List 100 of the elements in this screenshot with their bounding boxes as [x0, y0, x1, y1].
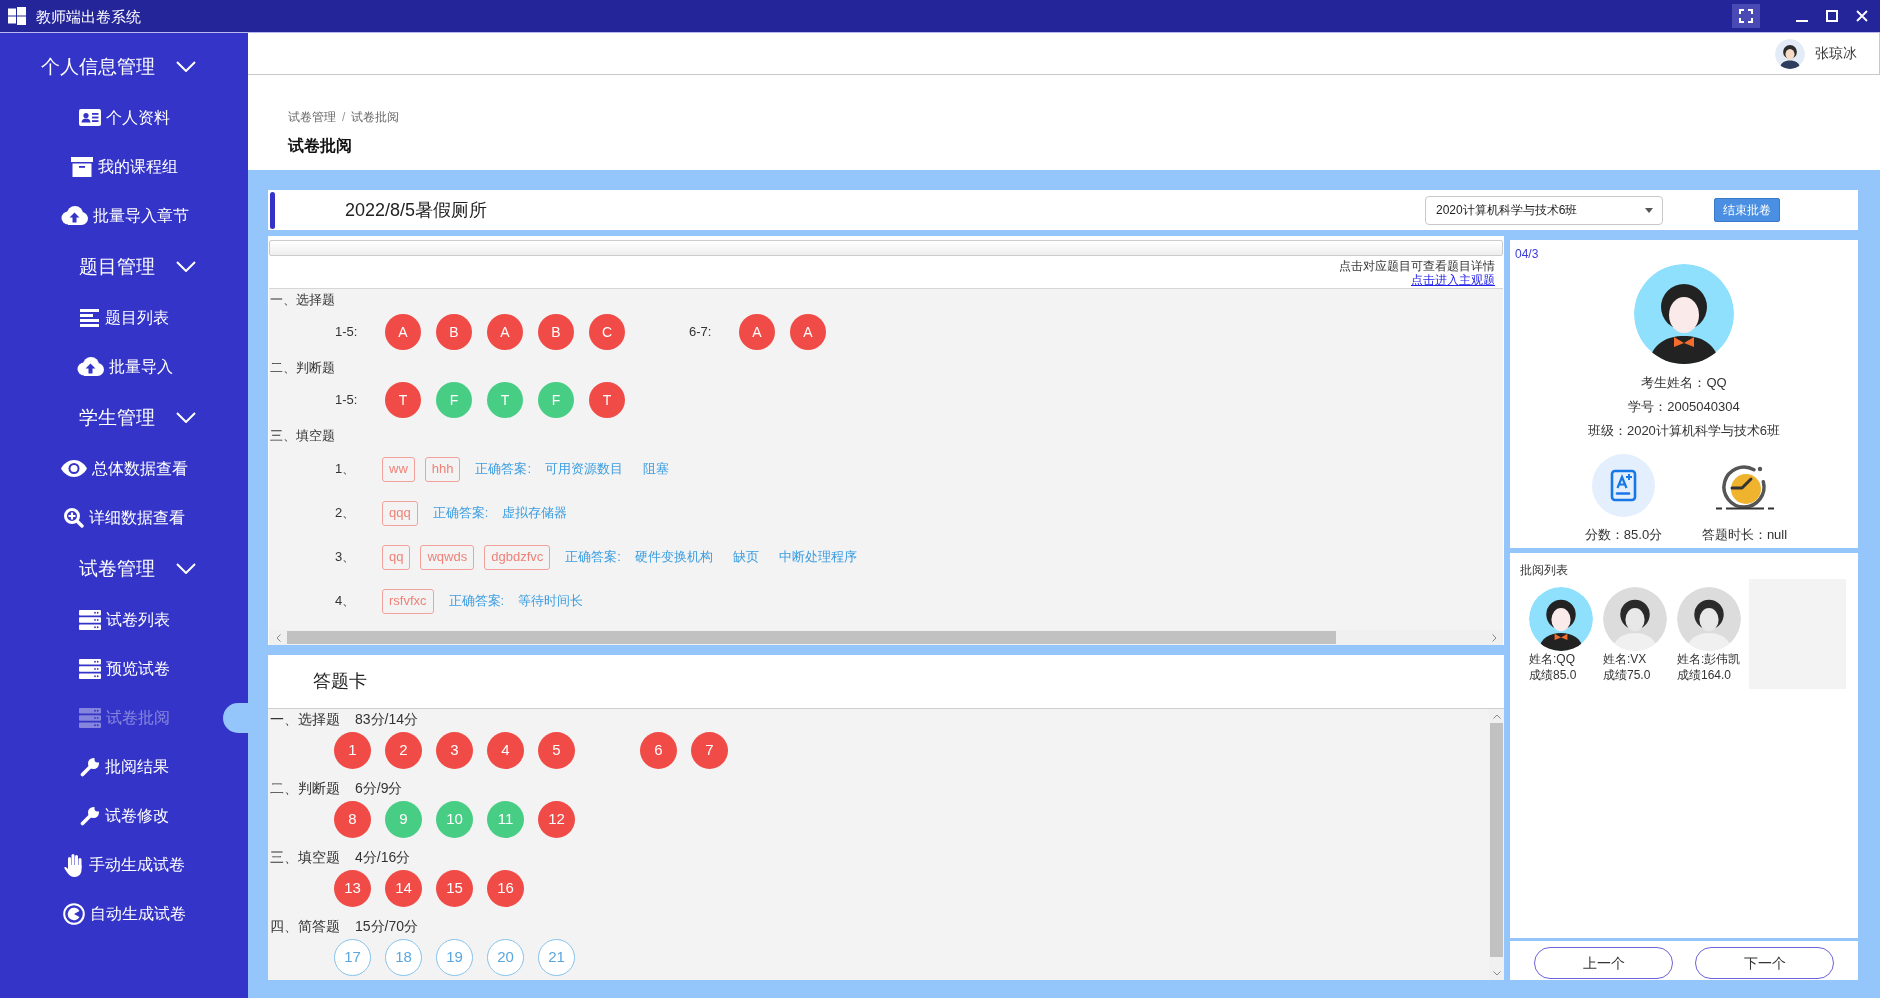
review-list-title: 批阅列表	[1520, 562, 1568, 579]
sidebar-item[interactable]: 预览试卷	[78, 658, 170, 679]
sidebar-item[interactable]: 自动生成试卷	[62, 902, 186, 925]
question-number-chip[interactable]: 14	[385, 870, 422, 907]
sidebar-item[interactable]: 总体数据查看	[60, 460, 188, 477]
answer-chip[interactable]: B	[538, 314, 574, 350]
answer-chip[interactable]: B	[436, 314, 472, 350]
question-number-chip[interactable]: 19	[436, 939, 473, 976]
question-number: 4、	[335, 592, 357, 611]
sidebar-item[interactable]: 试卷列表	[78, 609, 170, 630]
sidebar-group-header[interactable]: 试卷管理	[79, 559, 196, 578]
sidebar-group-header[interactable]: 个人信息管理	[41, 57, 196, 76]
score-icon	[1592, 454, 1655, 517]
fullscreen-button[interactable]	[1732, 4, 1760, 28]
question-number-chip[interactable]: 13	[334, 870, 371, 907]
section-title: 一、选择题	[270, 291, 335, 310]
student-answer: hhh	[424, 456, 461, 482]
server-icon	[78, 609, 101, 630]
student-avatar[interactable]	[1603, 587, 1667, 651]
close-icon[interactable]	[1856, 10, 1868, 22]
question-number-chip[interactable]: 10	[436, 801, 473, 838]
sidebar-group-header[interactable]: 题目管理	[79, 257, 196, 276]
section-score: 6分/9分	[355, 778, 403, 798]
section-title: 三、填空题	[270, 847, 341, 867]
student-score: 成绩164.0	[1677, 667, 1732, 683]
answer-chip[interactable]: F	[538, 382, 574, 418]
student-answer: ww	[382, 456, 415, 482]
finish-grading-button[interactable]: 结束批卷	[1714, 198, 1780, 222]
correct-answer-label: 正确答案:	[432, 504, 489, 523]
scroll-up-icon[interactable]	[1492, 713, 1501, 719]
question-number-chip[interactable]: 1	[334, 732, 371, 769]
student-score: 成绩85.0	[1529, 667, 1577, 683]
maximize-icon[interactable]	[1826, 10, 1838, 22]
correct-answer: 中断处理程序	[778, 548, 857, 567]
eye-icon	[60, 460, 87, 477]
sidebar-item[interactable]: 题目列表	[79, 308, 169, 327]
question-number-chip[interactable]: 7	[691, 732, 728, 769]
question-number-chip[interactable]: 8	[334, 801, 371, 838]
window-title: 教师端出卷系统	[36, 8, 141, 24]
question-number-chip[interactable]: 15	[436, 870, 473, 907]
question-number-chip[interactable]: 2	[385, 732, 422, 769]
sidebar-item[interactable]: 试卷修改	[79, 805, 169, 826]
answer-chip[interactable]: T	[589, 382, 625, 418]
nav-button[interactable]: 下一个	[1695, 947, 1834, 979]
scrollbar-thumb[interactable]	[1490, 723, 1503, 957]
sidebar-item[interactable]: 详细数据查看	[63, 507, 185, 528]
scroll-left-icon[interactable]	[275, 633, 281, 642]
correct-answer: 可用资源数目	[545, 460, 624, 479]
answer-chip[interactable]: C	[589, 314, 625, 350]
question-number-chip[interactable]: 6	[640, 732, 677, 769]
paper-counter: 04/3	[1515, 246, 1539, 263]
correct-answer: 等待时间长	[518, 592, 584, 611]
scrollbar-thumb[interactable]	[287, 631, 1336, 644]
class-select[interactable]: 2020计算机科学与技术6班	[1425, 195, 1663, 225]
sidebar-item[interactable]: 批量导入章节	[59, 206, 189, 225]
question-number-chip[interactable]: 12	[538, 801, 575, 838]
student-avatar[interactable]	[1529, 587, 1593, 651]
answer-card-title: 答题卡	[313, 670, 367, 693]
sidebar-item[interactable]: 试卷批阅	[78, 707, 170, 728]
wrench-icon	[79, 805, 100, 826]
answer-chip[interactable]: A	[739, 314, 775, 350]
question-number-chip[interactable]: 17	[334, 939, 371, 976]
sidebar-item[interactable]: 批阅结果	[79, 756, 169, 777]
student-avatar[interactable]	[1677, 587, 1741, 651]
correct-answer: 阻塞	[643, 460, 670, 479]
breadcrumb-current: 试卷批阅	[351, 108, 400, 126]
question-number-chip[interactable]: 3	[436, 732, 473, 769]
question-range: 1-5:	[335, 391, 359, 410]
question-number-chip[interactable]: 21	[538, 939, 575, 976]
sidebar-item[interactable]: 批量导入	[75, 357, 173, 376]
section-title: 二、判断题	[270, 359, 335, 378]
answer-chip[interactable]: A	[790, 314, 826, 350]
nav-button[interactable]: 上一个	[1534, 947, 1673, 979]
sidebar-item[interactable]: 个人资料	[78, 109, 170, 126]
answer-chip[interactable]: F	[436, 382, 472, 418]
question-number-chip[interactable]: 11	[487, 801, 524, 838]
answer-chip[interactable]: T	[487, 382, 523, 418]
user-avatar[interactable]	[1775, 38, 1805, 69]
scroll-down-icon[interactable]	[1492, 970, 1501, 976]
breadcrumb-link[interactable]: 试卷管理	[288, 107, 336, 126]
answer-chip[interactable]: A	[385, 314, 421, 350]
scroll-right-icon[interactable]	[1491, 633, 1497, 642]
sidebar-group-header[interactable]: 学生管理	[79, 408, 196, 427]
question-number-chip[interactable]: 4	[487, 732, 524, 769]
cloud-upload-icon	[75, 357, 104, 376]
answer-chip[interactable]: T	[385, 382, 421, 418]
section-title: 二、判断题	[270, 778, 341, 798]
correct-answer: 虚拟存储器	[502, 504, 568, 523]
question-number-chip[interactable]: 20	[487, 939, 524, 976]
section-score: 83分/14分	[355, 709, 419, 729]
answer-chip[interactable]: A	[487, 314, 523, 350]
question-number-chip[interactable]: 5	[538, 732, 575, 769]
subjective-questions-link[interactable]: 点击进入主观题	[1411, 273, 1495, 287]
horizontal-scrollbar[interactable]	[269, 630, 1503, 645]
sidebar-item[interactable]: 手动生成试卷	[63, 852, 185, 877]
question-number-chip[interactable]: 18	[385, 939, 422, 976]
question-number-chip[interactable]: 9	[385, 801, 422, 838]
server-icon	[78, 707, 101, 728]
question-number-chip[interactable]: 16	[487, 870, 524, 907]
sidebar-item[interactable]: 我的课程组	[70, 156, 178, 177]
